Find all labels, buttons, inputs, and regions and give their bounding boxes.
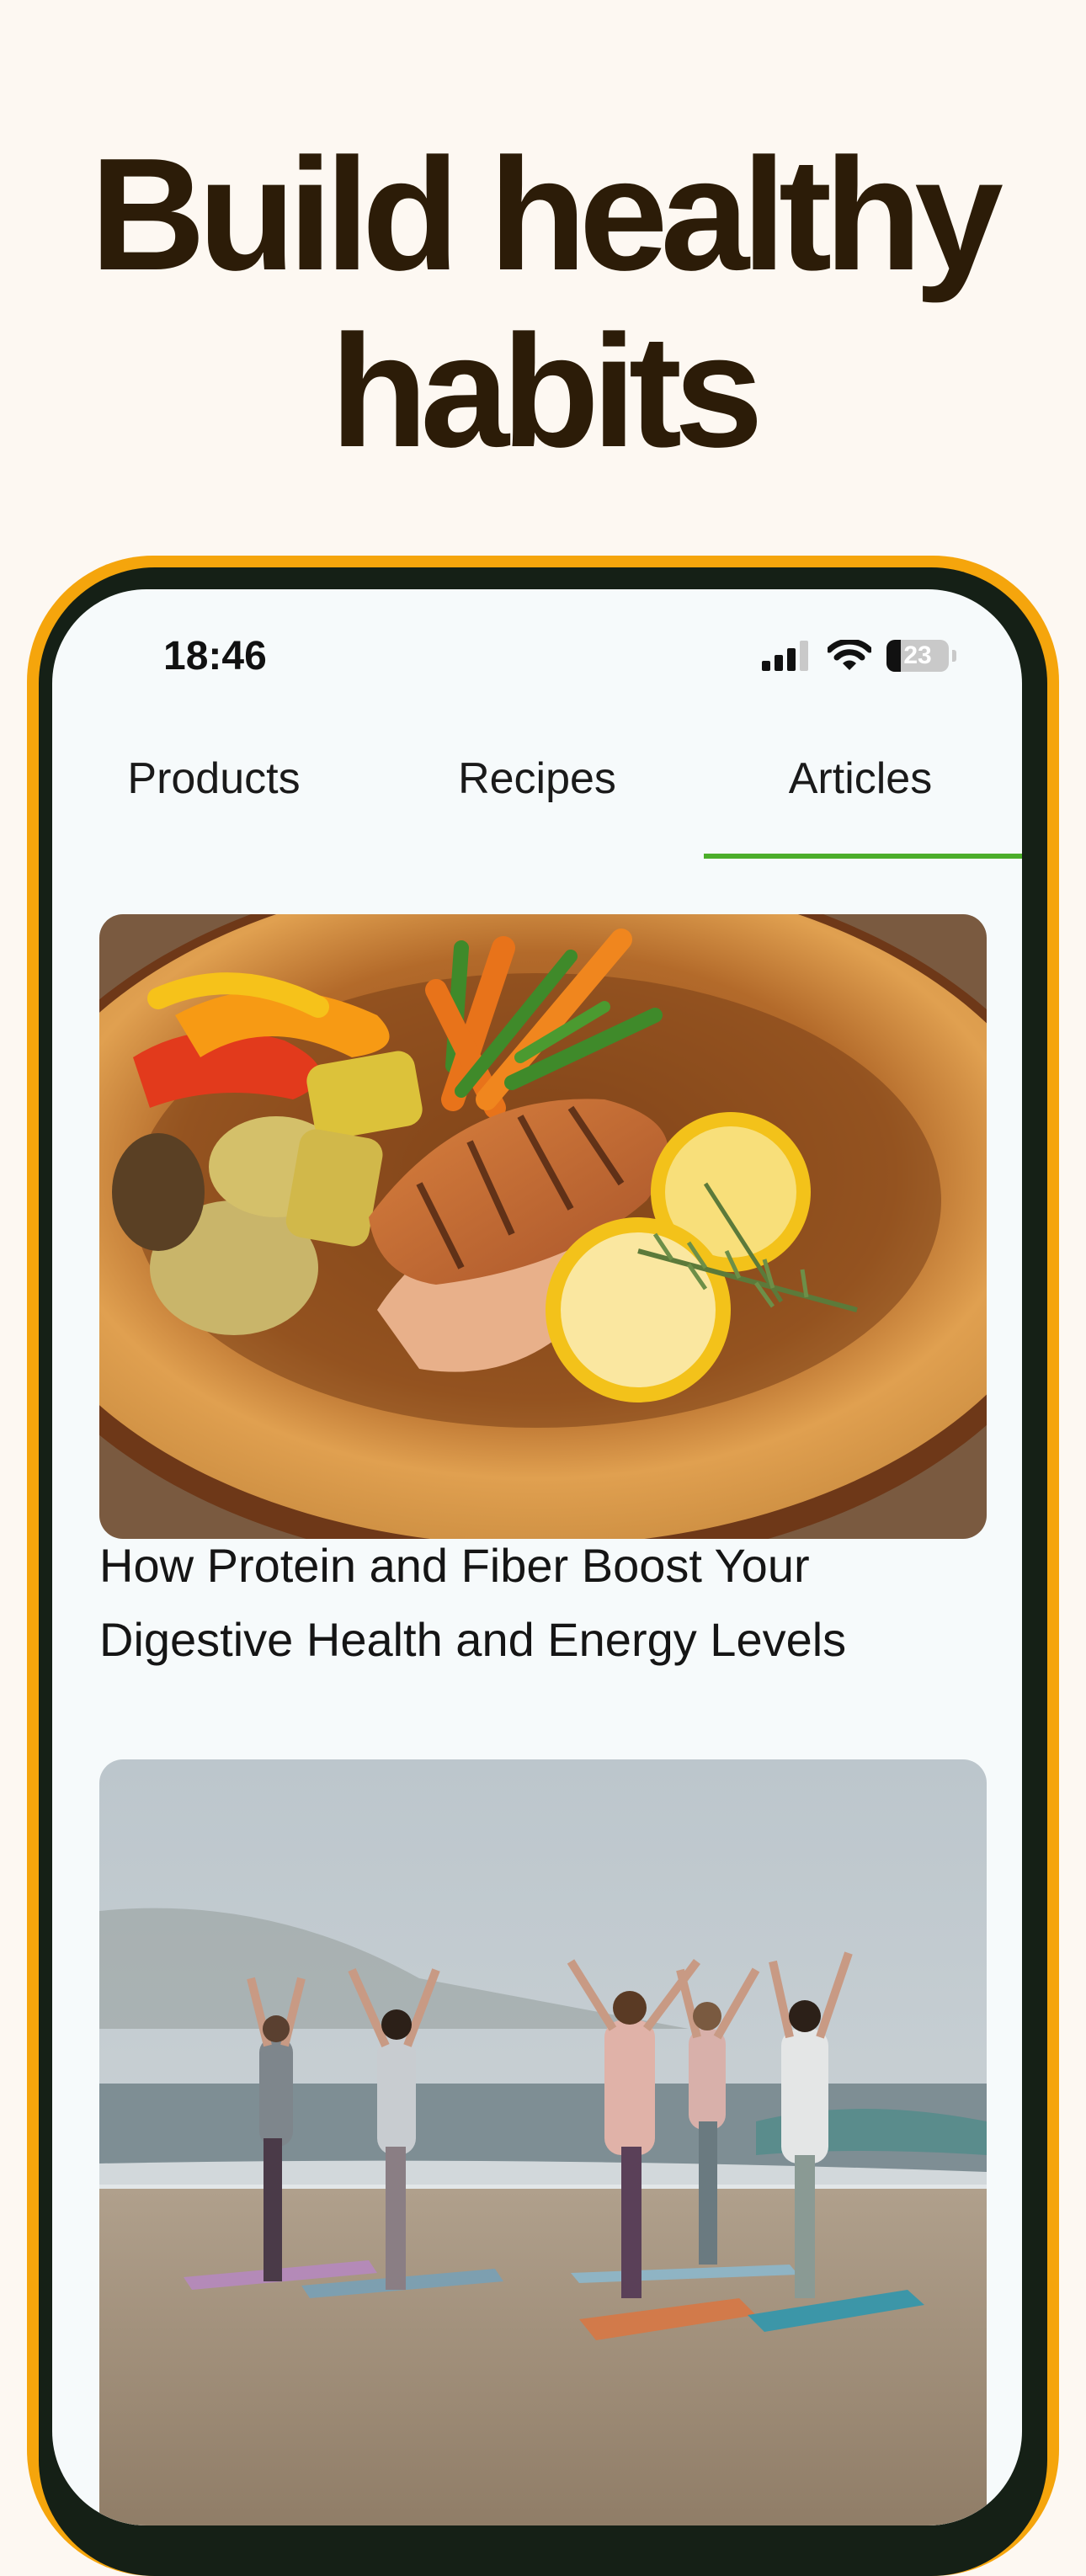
status-time: 18:46 [163,634,267,679]
tab-products[interactable]: Products [52,724,375,859]
headline-line-2: habits [330,302,764,481]
article-title[interactable]: How Protein and Fiber Boost Your Digesti… [99,1529,992,1677]
tab-articles[interactable]: Articles [699,724,1022,859]
active-tab-indicator [704,854,1022,859]
promo-headline: Build healthy habits [0,126,1086,480]
battery-cap [952,650,956,662]
beach-yoga-group-photo [99,1759,987,2525]
status-icons: 23 [762,640,956,672]
tab-bar: Products Recipes Articles [52,724,1022,859]
grilled-salmon-vegetables-photo [99,914,987,1539]
status-bar: 18:46 23 [52,589,1022,724]
phone-screen: 18:46 23 Products Recipes Articles How P… [52,589,1022,2525]
article-image-salmon[interactable] [99,914,987,1539]
cellular-signal-icon [762,641,808,671]
wifi-icon [828,640,871,670]
battery-icon: 23 [886,640,949,672]
tab-recipes[interactable]: Recipes [375,724,699,859]
headline-line-1: Build healthy [90,125,1003,304]
battery-level: 23 [903,641,932,669]
article-image-yoga[interactable] [99,1759,987,2525]
